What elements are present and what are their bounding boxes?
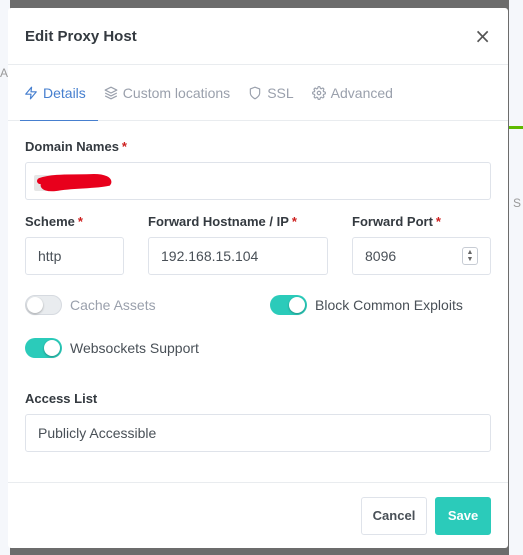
access-list-field: Access List Publicly Accessible xyxy=(25,391,491,452)
websockets-toggle-row[interactable]: Websockets Support xyxy=(25,338,199,358)
access-list-value: Publicly Accessible xyxy=(38,425,157,441)
gear-icon xyxy=(311,85,326,100)
cache-assets-label: Cache Assets xyxy=(70,297,156,313)
scheme-label: Scheme * xyxy=(25,214,83,229)
forward-hostname-value: 192.168.15.104 xyxy=(161,248,259,264)
domain-names-input[interactable] xyxy=(25,162,491,200)
websockets-label: Websockets Support xyxy=(70,340,199,356)
tab-ssl[interactable]: SSL xyxy=(244,65,305,120)
number-spinner[interactable]: ▲ ▼ xyxy=(462,247,478,265)
chevron-up-icon: ▲ xyxy=(466,249,474,256)
edit-proxy-host-modal: Edit Proxy Host × Details Custom locatio… xyxy=(8,8,508,548)
modal-header: Edit Proxy Host × xyxy=(8,8,508,65)
tab-custom-locations[interactable]: Custom locations xyxy=(100,65,242,120)
cache-assets-toggle-row[interactable]: Cache Assets xyxy=(25,295,156,315)
background-page-right xyxy=(509,0,523,555)
close-icon[interactable]: × xyxy=(474,26,491,46)
tab-label: Advanced xyxy=(330,84,393,101)
scheme-input[interactable]: http xyxy=(25,237,124,275)
scheme-field: Scheme * http xyxy=(25,214,124,275)
redaction-scribble xyxy=(34,173,112,192)
forward-port-input[interactable]: 8096 ▲ ▼ xyxy=(352,237,491,275)
forward-port-label: Forward Port * xyxy=(352,214,441,229)
tab-details[interactable]: Details xyxy=(20,65,98,121)
block-exploits-toggle-row[interactable]: Block Common Exploits xyxy=(270,295,463,315)
zap-icon xyxy=(24,86,38,100)
cancel-button[interactable]: Cancel xyxy=(361,496,427,535)
toggle-knob xyxy=(27,297,43,313)
tab-label: SSL xyxy=(267,84,294,101)
required-marker: * xyxy=(291,214,297,229)
forward-port-value: 8096 xyxy=(365,248,397,264)
access-list-label: Access List xyxy=(25,391,98,406)
block-exploits-label: Block Common Exploits xyxy=(315,297,463,313)
scheme-value: http xyxy=(38,248,62,264)
forward-hostname-field: Forward Hostname / IP * 192.168.15.104 xyxy=(148,214,328,275)
tab-label: Details xyxy=(43,84,86,101)
modal-title: Edit Proxy Host xyxy=(25,27,137,45)
forward-hostname-input[interactable]: 192.168.15.104 xyxy=(148,237,328,275)
shield-icon xyxy=(248,86,262,100)
websockets-toggle[interactable] xyxy=(25,338,62,358)
tab-label: Custom locations xyxy=(122,84,231,101)
save-button[interactable]: Save xyxy=(435,496,491,535)
background-status-bar xyxy=(509,126,523,129)
form-body: Domain Names * Scheme * http Forward Hostn… xyxy=(8,121,508,481)
toggle-knob xyxy=(44,340,60,356)
required-marker: * xyxy=(77,214,83,229)
block-exploits-toggle[interactable] xyxy=(270,295,307,315)
tab-bar: Details Custom locations SSL Advanced xyxy=(8,65,508,121)
background-text-fragment: S xyxy=(512,196,521,210)
required-marker: * xyxy=(435,214,441,229)
domain-names-label: Domain Names * xyxy=(25,139,127,154)
tab-advanced[interactable]: Advanced xyxy=(308,65,405,120)
forward-hostname-label: Forward Hostname / IP * xyxy=(148,214,297,229)
cache-assets-toggle[interactable] xyxy=(25,295,62,315)
layers-icon xyxy=(104,86,118,100)
toggle-knob xyxy=(289,297,305,313)
chevron-down-icon: ▼ xyxy=(466,256,474,263)
access-list-select[interactable]: Publicly Accessible xyxy=(25,414,491,452)
modal-footer: Cancel Save xyxy=(8,482,508,548)
forward-port-field: Forward Port * 8096 ▲ ▼ xyxy=(352,214,491,275)
required-marker: * xyxy=(121,139,127,154)
